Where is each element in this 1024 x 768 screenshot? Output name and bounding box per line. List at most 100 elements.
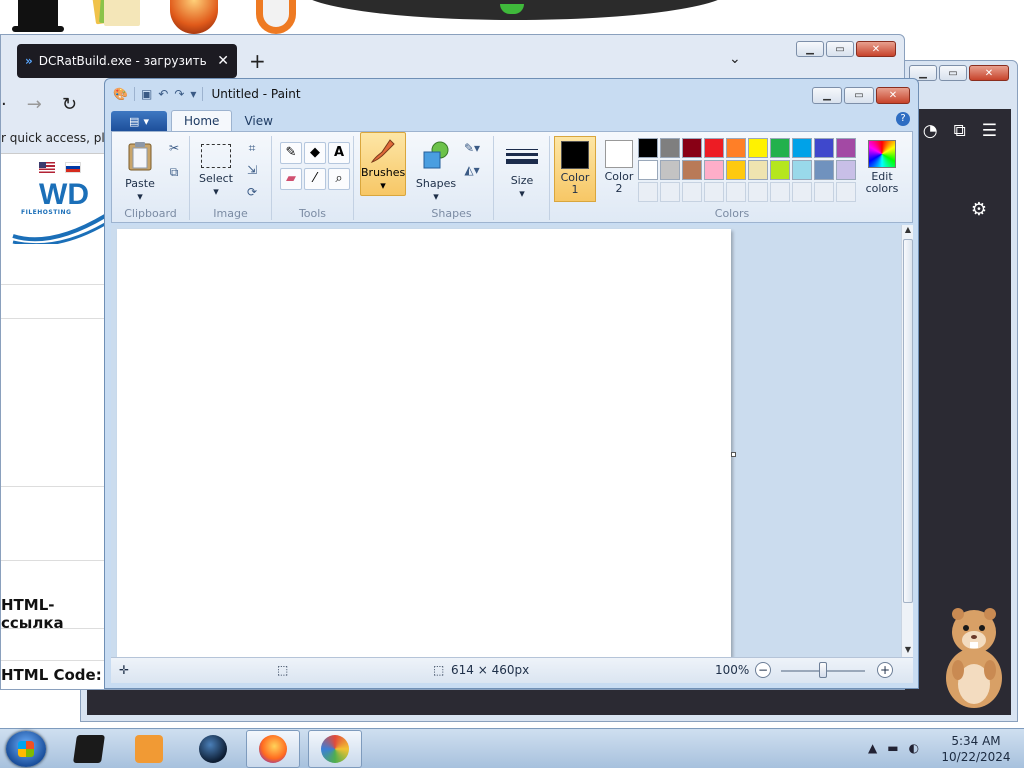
- select-button[interactable]: Select ▾: [194, 136, 238, 198]
- cut-icon[interactable]: ✂: [164, 138, 184, 158]
- palette-color-chip[interactable]: [638, 138, 658, 158]
- ru-flag-icon[interactable]: [65, 162, 81, 173]
- scroll-down-icon[interactable]: ▼: [902, 645, 914, 657]
- browser-tab[interactable]: » DCRatBuild.exe - загрузить фа ✕: [17, 44, 237, 78]
- desktop-icon-files[interactable]: [92, 0, 142, 34]
- palette-color-chip[interactable]: [814, 160, 834, 180]
- palette-color-chip[interactable]: [638, 160, 658, 180]
- new-tab-button[interactable]: +: [249, 49, 266, 73]
- paint-app-icon[interactable]: 🎨: [113, 87, 128, 101]
- vertical-scrollbar[interactable]: ▲ ▼: [901, 225, 913, 657]
- text-icon[interactable]: A: [328, 142, 350, 164]
- color2-button[interactable]: Color 2: [598, 136, 640, 202]
- zoom-in-button[interactable]: +: [877, 662, 893, 678]
- customize-qat-icon[interactable]: ▾: [190, 87, 196, 101]
- palette-color-chip[interactable]: [748, 138, 768, 158]
- desktop-icon-orb[interactable]: [170, 0, 218, 34]
- palette-custom-slot[interactable]: [660, 182, 680, 202]
- magnifier-icon[interactable]: ⌕: [328, 168, 350, 190]
- help-icon[interactable]: ?: [896, 112, 910, 126]
- pencil-icon[interactable]: ✎: [280, 142, 302, 164]
- palette-custom-slot[interactable]: [836, 182, 856, 202]
- desktop-icon-ring[interactable]: [256, 0, 296, 34]
- network-icon[interactable]: ▬: [887, 741, 898, 755]
- palette-color-chip[interactable]: [660, 138, 680, 158]
- close-button[interactable]: ✕: [969, 65, 1009, 81]
- crop-icon[interactable]: ⌗: [242, 138, 262, 158]
- palette-color-chip[interactable]: [792, 138, 812, 158]
- drawing-canvas[interactable]: [117, 229, 731, 657]
- palette-custom-slot[interactable]: [792, 182, 812, 202]
- shapes-button[interactable]: Shapes ▾: [414, 136, 458, 203]
- taskbar-item-paint[interactable]: [308, 730, 362, 768]
- menu-icon[interactable]: ☰: [982, 121, 997, 141]
- eraser-icon[interactable]: ▰: [280, 168, 302, 190]
- back-icon[interactable]: ·: [1, 94, 7, 115]
- tab-list-chevron-icon[interactable]: ⌄: [729, 51, 741, 67]
- shield-icon[interactable]: ◔: [923, 121, 938, 141]
- taskbar-item-firefox[interactable]: [246, 730, 300, 768]
- tab-close-icon[interactable]: ✕: [217, 53, 229, 69]
- edit-colors-button[interactable]: Edit colors: [860, 136, 904, 195]
- us-flag-icon[interactable]: [39, 162, 55, 173]
- palette-custom-slot[interactable]: [748, 182, 768, 202]
- size-button[interactable]: Size ▾: [500, 136, 544, 200]
- close-button[interactable]: ✕: [876, 87, 910, 104]
- desktop-icon-hat[interactable]: [12, 0, 64, 32]
- palette-color-chip[interactable]: [682, 160, 702, 180]
- save-icon[interactable]: ▣: [141, 87, 152, 101]
- fill-shape-icon[interactable]: ◭▾: [462, 160, 482, 180]
- tab-home[interactable]: Home: [171, 110, 233, 131]
- palette-color-chip[interactable]: [726, 160, 746, 180]
- system-clock[interactable]: 5:34 AM 10/22/2024: [936, 733, 1016, 765]
- palette-color-chip[interactable]: [748, 160, 768, 180]
- palette-color-chip[interactable]: [836, 138, 856, 158]
- copy-icon[interactable]: ⧉: [164, 162, 184, 182]
- maximize-button[interactable]: ▭: [826, 41, 854, 57]
- brushes-button[interactable]: Brushes ▾: [360, 132, 406, 196]
- resize-handle-right[interactable]: [731, 452, 736, 457]
- tab-view[interactable]: View: [232, 111, 284, 131]
- color-picker-icon[interactable]: ⁄: [304, 168, 326, 190]
- show-hidden-icons-icon[interactable]: ▲: [868, 741, 877, 755]
- taskbar-item-globe[interactable]: [186, 730, 240, 768]
- start-button[interactable]: [6, 731, 46, 767]
- undo-icon[interactable]: ↶: [158, 87, 168, 101]
- volume-icon[interactable]: ◐: [909, 741, 919, 755]
- palette-color-chip[interactable]: [836, 160, 856, 180]
- palette-color-chip[interactable]: [704, 160, 724, 180]
- palette-custom-slot[interactable]: [814, 182, 834, 202]
- palette-color-chip[interactable]: [792, 160, 812, 180]
- site-logo[interactable]: WD FILEHOSTING: [11, 178, 107, 244]
- outline-icon[interactable]: ✎▾: [462, 138, 482, 158]
- resize-icon[interactable]: ⇲: [242, 160, 262, 180]
- palette-color-chip[interactable]: [660, 160, 680, 180]
- maximize-button[interactable]: ▭: [939, 65, 967, 81]
- color1-button[interactable]: Color 1: [554, 136, 596, 202]
- minimize-button[interactable]: ▁: [796, 41, 824, 57]
- forward-icon[interactable]: →: [27, 94, 42, 115]
- palette-color-chip[interactable]: [682, 138, 702, 158]
- redo-icon[interactable]: ↷: [174, 87, 184, 101]
- taskbar-item-media[interactable]: [122, 730, 176, 768]
- maximize-button[interactable]: ▭: [844, 87, 874, 104]
- palette-color-chip[interactable]: [770, 138, 790, 158]
- palette-custom-slot[interactable]: [638, 182, 658, 202]
- close-button[interactable]: ✕: [856, 41, 896, 57]
- palette-custom-slot[interactable]: [704, 182, 724, 202]
- rotate-icon[interactable]: ⟳: [242, 182, 262, 202]
- extensions-icon[interactable]: ⧉: [954, 121, 966, 141]
- palette-color-chip[interactable]: [770, 160, 790, 180]
- palette-color-chip[interactable]: [814, 138, 834, 158]
- zoom-out-button[interactable]: −: [755, 662, 771, 678]
- palette-color-chip[interactable]: [704, 138, 724, 158]
- minimize-button[interactable]: ▁: [812, 87, 842, 104]
- palette-custom-slot[interactable]: [682, 182, 702, 202]
- paste-button[interactable]: Paste ▾: [118, 136, 162, 203]
- paint-menu-button[interactable]: ▤ ▾: [111, 111, 167, 131]
- settings-gear-icon[interactable]: ⚙: [971, 199, 987, 220]
- scroll-up-icon[interactable]: ▲: [902, 225, 914, 237]
- palette-custom-slot[interactable]: [770, 182, 790, 202]
- palette-custom-slot[interactable]: [726, 182, 746, 202]
- reload-icon[interactable]: ↻: [62, 94, 77, 115]
